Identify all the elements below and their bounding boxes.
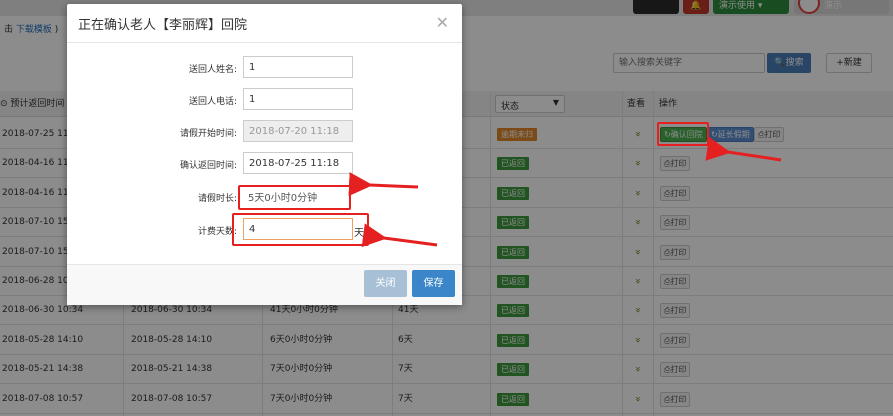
confirm-return-dialog: 正在确认老人【李丽辉】回院 ✕ 送回人姓名: 送回人电话: 请假开始时间: 确认… [67,4,462,305]
save-button[interactable]: 保存 [412,270,455,297]
dialog-title: 正在确认老人【李丽辉】回院 [78,18,248,33]
leave-duration-label: 请假时长: [197,194,237,204]
returner-name-label: 送回人姓名: [188,65,237,75]
close-button[interactable]: 关闭 [364,270,407,297]
returner-phone-field[interactable] [243,88,353,110]
divider [67,42,462,43]
annotation-box-fee-days [232,213,369,246]
confirm-return-label: 确认返回时间: [179,161,237,171]
close-icon[interactable]: ✕ [436,13,449,32]
returner-name-field[interactable] [243,56,353,78]
returner-phone-label: 送回人电话: [188,97,237,107]
fee-days-label: 计费天数: [197,227,237,237]
annotation-box-duration [238,185,351,210]
confirm-return-field[interactable] [243,152,353,174]
leave-start-label: 请假开始时间: [179,129,237,139]
leave-start-field [243,120,353,142]
annotation-box-confirm-return [657,122,709,146]
